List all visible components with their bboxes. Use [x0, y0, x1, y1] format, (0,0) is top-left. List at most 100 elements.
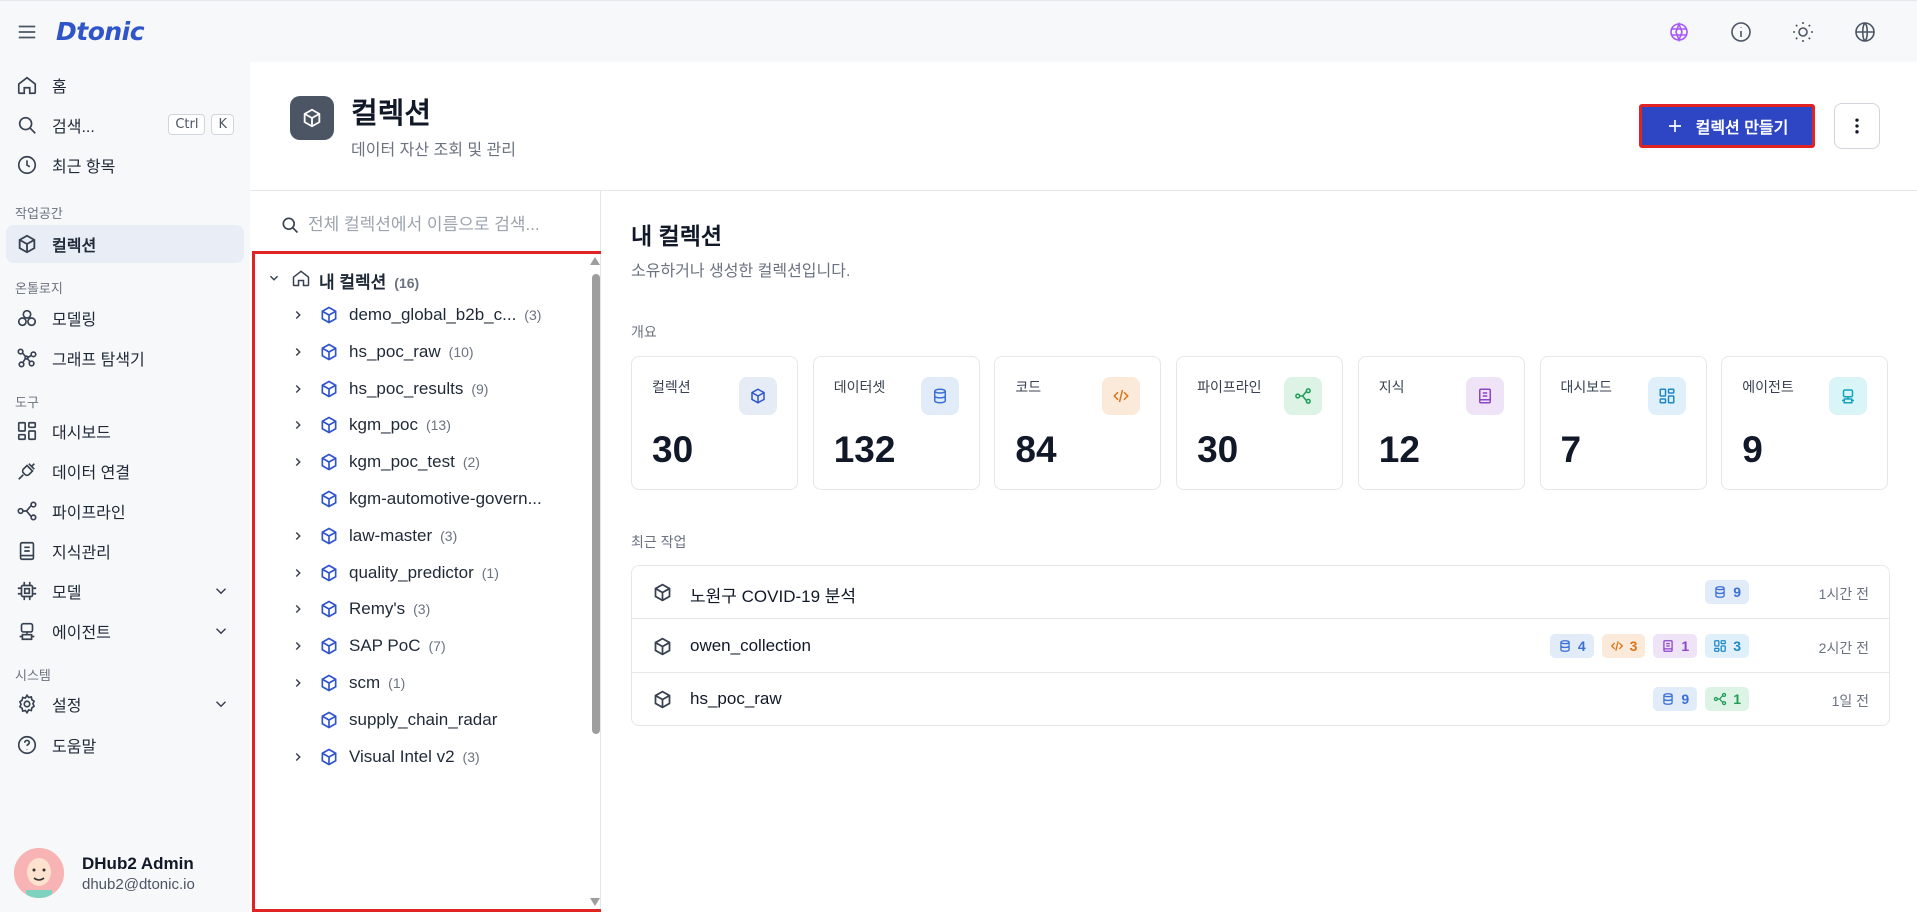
page-cube-icon [290, 96, 334, 140]
tree-item-count: (13) [425, 417, 451, 434]
user-profile[interactable]: DHub2 Admin dhub2@dtonic.io [14, 848, 195, 898]
tree-item[interactable]: Remy's (3) [255, 594, 585, 624]
chevron-right-icon[interactable] [291, 308, 305, 322]
stat-card[interactable]: 컬렉션 30 [631, 356, 798, 490]
tree-item[interactable]: SAP PoC (7) [255, 631, 585, 661]
tree-item[interactable]: hs_poc_raw (10) [255, 337, 585, 367]
section-subtitle: 소유하거나 생성한 컬렉션입니다. [631, 263, 851, 280]
chevron-down-icon[interactable] [212, 582, 230, 600]
asset-count-badge: 9 [1653, 687, 1698, 711]
tree-root-count: (16) [394, 275, 420, 291]
sidebar-item-dashboard[interactable]: 대시보드 [6, 412, 244, 450]
tree-item[interactable]: supply_chain_radar [255, 705, 585, 735]
stat-card[interactable]: 코드 84 [994, 356, 1162, 490]
sidebar-item-home[interactable]: 홈 [6, 66, 244, 104]
recent-row[interactable]: owen_collection 4 3 1 3 2시간 전 [632, 620, 1889, 673]
section-system: 시스템 [15, 668, 51, 683]
tree-item-label: law-master [349, 525, 433, 545]
chevron-right-icon[interactable] [291, 418, 305, 432]
collection-tree-panel: 내 컬렉션 (16) demo_global_b2b_c... (3) hs_poc_… [250, 191, 604, 912]
stat-card[interactable]: 대시보드 7 [1539, 356, 1707, 490]
stat-card[interactable]: 데이터셋 132 [812, 356, 980, 490]
sidebar-item-search[interactable]: 검색... Ctrl K [6, 106, 244, 144]
sidebar-item-label: 그래프 탐색기 [52, 352, 145, 369]
chevron-right-icon[interactable] [291, 382, 305, 396]
chevron-right-icon[interactable] [291, 676, 305, 690]
tree-item[interactable]: hs_poc_results (9) [255, 374, 585, 404]
database-icon [1715, 586, 1725, 598]
scroll-down-arrow-icon[interactable] [589, 897, 601, 907]
stat-card[interactable]: 에이전트 9 [1721, 356, 1889, 490]
recent-row[interactable]: hs_poc_raw 9 1 1일 전 [632, 673, 1889, 725]
sidebar-item-recent[interactable]: 최근 항목 [6, 146, 244, 184]
chevron-right-icon[interactable] [291, 639, 305, 653]
chevron-right-icon[interactable] [291, 566, 305, 580]
tree-search[interactable] [280, 207, 580, 243]
tree-item[interactable]: scm (1) [255, 668, 585, 698]
ai-assistant-icon[interactable] [1667, 20, 1691, 44]
info-icon[interactable] [1729, 20, 1753, 44]
book-icon [1478, 388, 1491, 404]
create-collection-button[interactable]: 컬렉션 만들기 [1639, 104, 1815, 148]
database-icon [1560, 639, 1570, 652]
book-icon [1663, 639, 1674, 652]
recent-row[interactable]: 노원구 COVID-19 분석 9 1시간 전 [632, 566, 1889, 619]
cube-icon [321, 306, 337, 324]
tree-item-label: supply_chain_radar [349, 709, 498, 729]
asset-count-badge: 3 [1705, 633, 1749, 658]
sidebar-item-collections[interactable]: 컬렉션 [6, 225, 244, 263]
sidebar-item-label: 최근 항목 [52, 159, 116, 176]
tree-item[interactable]: Visual Intel v2 (3) [255, 742, 585, 772]
tree-search-input[interactable] [308, 215, 578, 235]
sidebar-item-pipeline[interactable]: 파이프라인 [6, 492, 244, 530]
asset-count-badge: 9 [1705, 580, 1749, 604]
sidebar-item-label: 지식관리 [52, 545, 111, 562]
sidebar-item-knowledge[interactable]: 지식관리 [6, 532, 244, 570]
tree-item[interactable]: kgm-automotive-govern... [255, 484, 585, 514]
chevron-right-icon[interactable] [291, 602, 305, 616]
cube-icon [321, 416, 337, 434]
sidebar-item-help[interactable]: 도움말 [6, 726, 244, 764]
chevron-right-icon[interactable] [291, 750, 305, 764]
tree-scroll-thumb[interactable] [592, 274, 600, 734]
tree-scrollbar[interactable] [588, 254, 601, 909]
avatar[interactable] [14, 848, 64, 898]
cube-icon [321, 711, 337, 729]
sidebar-item-graph-explorer[interactable]: 그래프 탐색기 [6, 339, 244, 377]
sidebar-item-agent[interactable]: 에이전트 [6, 612, 244, 650]
sidebar-item-modeling[interactable]: 모델링 [6, 299, 244, 337]
app-logo[interactable]: Dtonic [56, 17, 145, 46]
avatar-face-icon [14, 848, 64, 898]
chevron-right-icon[interactable] [291, 345, 305, 359]
more-options-button[interactable] [1834, 103, 1880, 149]
sidebar-item-data-connection[interactable]: 데이터 연결 [6, 452, 244, 490]
sidebar-item-model[interactable]: 모델 [6, 572, 244, 610]
tree-root-my-collections[interactable]: 내 컬렉션 (16) [255, 263, 585, 293]
language-globe-icon[interactable] [1853, 20, 1877, 44]
tree-item[interactable]: quality_predictor (1) [255, 558, 585, 588]
chevron-down-icon[interactable] [212, 622, 230, 640]
tree-item-label: Visual Intel v2 [349, 746, 455, 766]
stat-card[interactable]: 파이프라인 30 [1176, 356, 1344, 490]
tree-item[interactable]: law-master (3) [255, 521, 585, 551]
asset-count: 4 [1577, 637, 1586, 654]
recent-item-chips: 4 3 1 3 [1549, 633, 1749, 658]
chevron-down-icon[interactable] [212, 695, 230, 713]
scroll-up-arrow-icon[interactable] [589, 256, 601, 266]
stat-label: 지식 [1378, 379, 1405, 395]
asset-count: 3 [1733, 637, 1741, 654]
tree-item[interactable]: kgm_poc_test (2) [255, 447, 585, 477]
hamburger-menu-icon[interactable] [16, 21, 38, 43]
theme-sun-icon[interactable] [1791, 20, 1815, 44]
tree-item[interactable]: kgm_poc (13) [255, 410, 585, 440]
tree-item[interactable]: demo_global_b2b_c... (3) [255, 300, 585, 330]
book-icon [19, 541, 35, 561]
section-tools: 도구 [15, 395, 39, 410]
chevron-down-icon[interactable] [267, 271, 281, 285]
sidebar-item-settings[interactable]: 설정 [6, 685, 244, 723]
stat-card[interactable]: 지식 12 [1357, 356, 1525, 490]
graph-icon [17, 348, 37, 368]
chevron-right-icon[interactable] [291, 529, 305, 543]
page-subtitle: 데이터 자산 조회 및 관리 [351, 142, 516, 159]
chevron-right-icon[interactable] [291, 455, 305, 469]
